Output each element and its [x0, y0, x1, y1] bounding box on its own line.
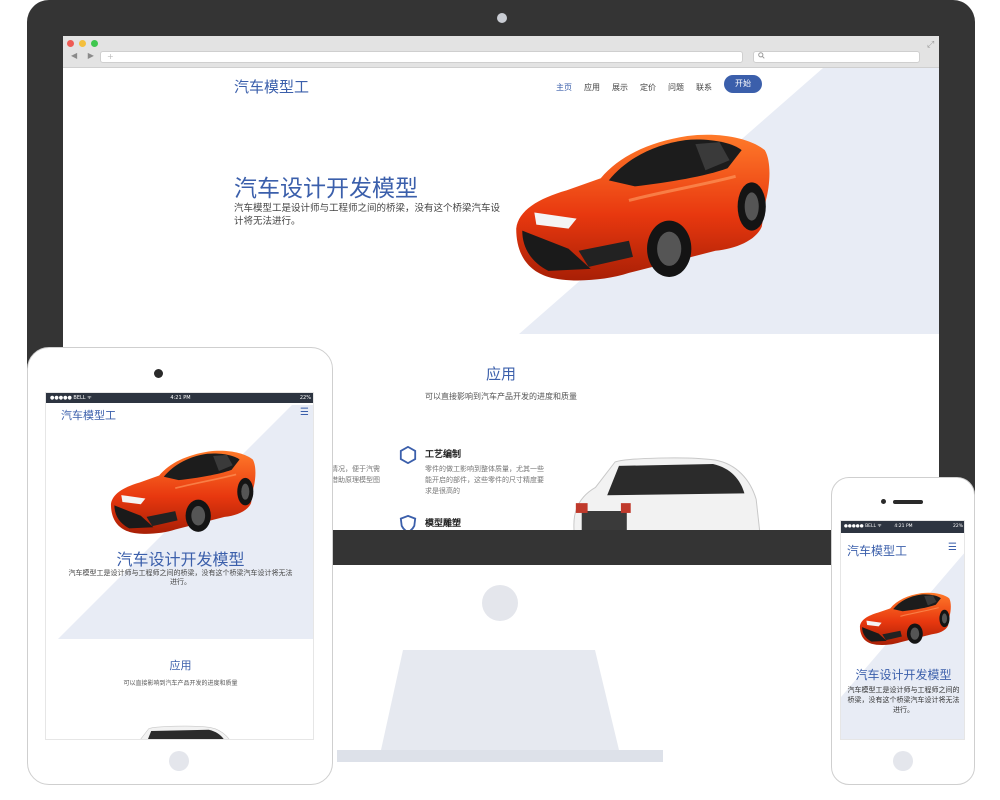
tablet-camera: [154, 369, 163, 378]
phone-car-image: [857, 591, 951, 647]
hero-description: 汽车模型工是设计师与工程师之间的桥梁，没有这个桥梁汽车设计将无法进行。: [234, 203, 501, 227]
tablet-hero-description: 汽车模型工是设计师与工程师之间的桥梁，没有这个桥梁汽车设计将无法进行。: [68, 569, 293, 586]
phone-screen: ●●●●● BELL ᯤ 4:21 PM 22% 汽车模型工 ☰ 汽车设计开发模…: [840, 520, 965, 740]
phone-hero-title: 汽车设计开发模型: [855, 668, 952, 682]
hexagon-icon: [399, 446, 417, 464]
expand-icon[interactable]: ⤢: [927, 40, 934, 50]
hero-title: 汽车设计开发模型: [234, 176, 418, 202]
shield-icon: [399, 515, 417, 530]
tablet-screen: ●●●●● BELL ᯤ 4:21 PM 22% 汽车模型工 ☰ 汽车设计开发模…: [45, 392, 314, 740]
hero-car-image: [507, 130, 771, 286]
nav-showcase[interactable]: 展示: [612, 82, 628, 93]
browser-search-input[interactable]: [753, 51, 920, 63]
status-time: 4:21 PM: [894, 524, 913, 529]
phone-status-bar: ●●●●● BELL ᯤ 4:21 PM 22%: [841, 521, 964, 533]
tablet-status-bar: ●●●●● BELL ᯤ 4:21 PM 22%: [46, 393, 313, 403]
new-tab-icon[interactable]: +: [107, 52, 114, 61]
tablet-home-button: [169, 751, 189, 771]
start-button[interactable]: 开始: [724, 75, 762, 93]
hero-background-shape: [519, 68, 939, 334]
address-bar[interactable]: +: [100, 51, 743, 63]
phone-camera: [881, 499, 886, 504]
minimize-window-button[interactable]: [79, 40, 86, 47]
browser-chrome: ◀ ▶ + ⤢: [63, 36, 939, 68]
tablet-section-title: 应用: [169, 659, 192, 672]
nav-pricing[interactable]: 定价: [640, 82, 656, 93]
search-icon: [758, 52, 765, 59]
nav-faq[interactable]: 问题: [668, 82, 684, 93]
tablet-hero-title: 汽车设计开发模型: [116, 550, 245, 569]
hamburger-menu-icon[interactable]: ☰: [948, 542, 957, 553]
phone-hero-description: 汽车模型工是设计师与工程师之间的桥梁，没有这个桥梁汽车设计将无法进行。: [847, 686, 960, 714]
feature-fragment-text: 情况，便于汽需借助原理模型图: [331, 465, 380, 484]
feature-title: 工艺编制: [425, 450, 462, 460]
maximize-window-button[interactable]: [91, 40, 98, 47]
tablet-section-subtitle: 可以直接影响到汽车产品开发的进度和质量: [123, 680, 238, 687]
tablet-minivan-image: [120, 725, 240, 740]
feature-title-2: 模型雕塑: [425, 519, 462, 529]
phone-logo[interactable]: 汽车模型工: [847, 542, 907, 559]
monitor-camera: [497, 13, 507, 23]
hamburger-menu-icon[interactable]: ☰: [300, 407, 309, 418]
nav-home[interactable]: 主页: [556, 82, 572, 93]
close-window-button[interactable]: [67, 40, 74, 47]
back-forward-icons[interactable]: ◀ ▶: [71, 51, 98, 60]
feature-description: 零件的做工影响到整体质量，尤其一些能开启的部件，这些零件的尺寸精度要求是很高的: [425, 465, 544, 495]
nav-contact[interactable]: 联系: [696, 82, 712, 93]
status-battery: 22%: [299, 395, 311, 401]
status-time: 4:21 PM: [170, 395, 191, 401]
tablet-car-image: [106, 448, 256, 537]
monitor-stand: [337, 650, 663, 762]
status-battery: 22%: [952, 524, 963, 529]
site-logo[interactable]: 汽车模型工: [234, 76, 309, 97]
nav-apps[interactable]: 应用: [584, 82, 600, 93]
phone-home-button: [893, 751, 913, 771]
phone-speaker: [893, 500, 923, 504]
monitor-button: [482, 585, 518, 621]
minivan-image: [568, 456, 764, 530]
tablet-logo[interactable]: 汽车模型工: [61, 407, 116, 423]
